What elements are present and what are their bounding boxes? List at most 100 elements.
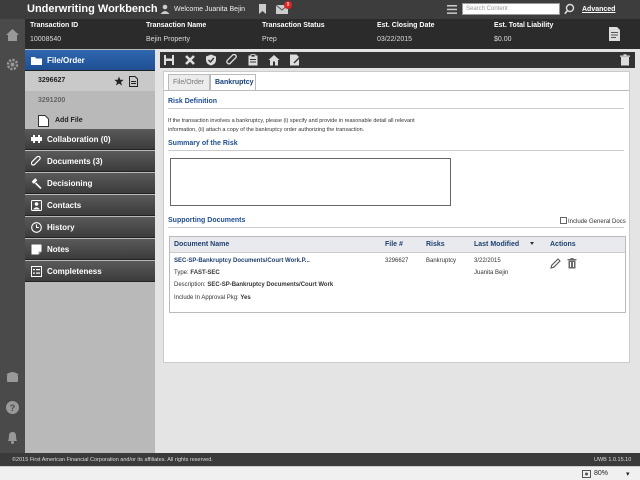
document-edit-icon[interactable] bbox=[608, 26, 622, 42]
nav-completeness[interactable]: Completeness bbox=[25, 261, 155, 282]
nav-decisioning[interactable]: Decisioning bbox=[25, 173, 155, 194]
tab-bankruptcy[interactable]: Bankruptcy bbox=[210, 74, 256, 90]
welcome-text: Welcome Juanita Bejin bbox=[174, 6, 246, 13]
document-risks: Bankruptcy bbox=[426, 258, 457, 264]
footer: ©2015 First American Financial Corporati… bbox=[0, 453, 640, 466]
chevron-down-icon[interactable]: ▾ bbox=[626, 470, 630, 478]
add-file-label: Add File bbox=[55, 117, 83, 124]
col-actions: Actions bbox=[550, 241, 576, 248]
tx-name-value: Bejin Property bbox=[146, 36, 190, 43]
advanced-search-link[interactable]: Advanced bbox=[582, 6, 615, 13]
trash-icon[interactable] bbox=[567, 258, 577, 269]
risk-definition-title: Risk Definition bbox=[168, 98, 218, 105]
document-approval: Include In Approval Pkg: Yes bbox=[174, 295, 251, 301]
divider bbox=[168, 108, 624, 109]
menu-icon[interactable] bbox=[447, 5, 457, 14]
col-risks[interactable]: Risks bbox=[426, 241, 445, 248]
summary-textarea[interactable] bbox=[170, 158, 451, 206]
include-general-docs-label: Include General Docs bbox=[568, 219, 626, 225]
approve-shield-icon[interactable] bbox=[205, 54, 217, 66]
document-description: Description: SEC-SP-Bankruptcy Documents… bbox=[174, 282, 333, 288]
tx-name-col: Transaction Name Bejin Property bbox=[146, 22, 206, 43]
pencil-icon[interactable] bbox=[550, 258, 561, 269]
file-number: 3296627 bbox=[38, 77, 66, 84]
search-icon[interactable] bbox=[564, 3, 575, 15]
add-file-icon bbox=[38, 115, 49, 127]
tab-divider bbox=[164, 90, 629, 91]
tab-file-order[interactable]: File/Order bbox=[168, 74, 210, 90]
mail-count-badge: 9 bbox=[284, 1, 292, 9]
star-icon[interactable] bbox=[114, 76, 124, 86]
save-icon[interactable] bbox=[163, 54, 175, 66]
copyright-text: ©2015 First American Financial Corporati… bbox=[12, 457, 213, 463]
nav-history[interactable]: History bbox=[25, 217, 155, 238]
file-document-icon[interactable] bbox=[129, 76, 138, 87]
close-icon[interactable] bbox=[184, 54, 196, 66]
nav-file-order[interactable]: File/Order bbox=[25, 50, 155, 71]
nav-notes-label: Notes bbox=[47, 245, 70, 254]
folder-icon bbox=[31, 57, 42, 65]
include-general-docs-checkbox[interactable] bbox=[560, 217, 567, 224]
tx-closing-col: Est. Closing Date 03/22/2015 bbox=[377, 22, 435, 43]
help-icon[interactable]: ? bbox=[5, 400, 20, 415]
file-row[interactable]: 3291200 bbox=[25, 91, 155, 111]
document-date: 3/22/2015 bbox=[474, 258, 501, 264]
col-file-number[interactable]: File # bbox=[385, 241, 403, 248]
document-approval-label: Include In Approval Pkg: bbox=[174, 295, 239, 301]
tx-name-label: Transaction Name bbox=[146, 22, 207, 29]
trash-icon[interactable] bbox=[619, 54, 631, 66]
nav-collaboration[interactable]: Collaboration (0) bbox=[25, 129, 155, 150]
col-last-modified[interactable]: Last Modified bbox=[474, 241, 519, 248]
document-type: Type: FAST-SEC bbox=[174, 270, 220, 276]
document-description-value: SEC-SP-Bankruptcy Documents/Court Work bbox=[207, 282, 334, 288]
checklist-icon bbox=[31, 266, 42, 277]
document-name-link[interactable]: SEC-SP-Bankruptcy Documents/Court Work.P… bbox=[174, 258, 310, 264]
tx-id-col: Transaction ID 10008540 bbox=[30, 22, 78, 43]
tx-status-col: Transaction Status Prep bbox=[262, 22, 325, 43]
bookmark-icon[interactable] bbox=[258, 4, 267, 14]
attach-icon[interactable] bbox=[226, 54, 238, 66]
top-bar: Underwriting Workbench Welcome Juanita B… bbox=[0, 0, 640, 19]
nav-history-label: History bbox=[47, 223, 75, 232]
risk-definition-line: information, (ii) attach a copy of the b… bbox=[168, 127, 365, 133]
add-file-button[interactable]: Add File bbox=[25, 111, 155, 131]
document-type-label: Type: bbox=[174, 270, 189, 276]
divider bbox=[168, 150, 624, 151]
tx-closing-value: 03/22/2015 bbox=[377, 36, 413, 43]
transaction-header: Transaction ID 10008540 Transaction Name… bbox=[25, 19, 640, 49]
zoom-icon bbox=[582, 470, 591, 478]
nav-documents-label: Documents (3) bbox=[47, 157, 103, 166]
col-document-name[interactable]: Document Name bbox=[174, 241, 229, 248]
file-row-active[interactable]: 3296627 bbox=[25, 71, 155, 91]
app-title: Underwriting Workbench bbox=[27, 3, 158, 15]
tx-status-label: Transaction Status bbox=[262, 22, 325, 29]
main-panel: File/Order Bankruptcy Risk Definition If… bbox=[155, 49, 640, 453]
nav-documents[interactable]: Documents (3) bbox=[25, 151, 155, 172]
nav-contacts[interactable]: Contacts bbox=[25, 195, 155, 216]
edit-document-icon[interactable] bbox=[289, 54, 301, 66]
nav-notes[interactable]: Notes bbox=[25, 239, 155, 260]
notes-icon bbox=[31, 244, 42, 255]
bell-icon[interactable] bbox=[5, 430, 20, 445]
risk-definition-text: If the transaction involves a bankruptcy… bbox=[168, 117, 468, 135]
property-icon[interactable] bbox=[268, 54, 280, 66]
user-icon[interactable] bbox=[160, 4, 170, 14]
gear-icon[interactable] bbox=[5, 57, 20, 72]
document-approval-value: Yes bbox=[240, 295, 251, 301]
clock-icon bbox=[31, 222, 42, 233]
clipboard-icon[interactable] bbox=[247, 54, 259, 66]
sort-desc-icon[interactable] bbox=[530, 242, 534, 245]
zoom-level[interactable]: 80% bbox=[594, 470, 608, 477]
left-nav: File/Order 3296627 3291200 Add File Coll… bbox=[25, 49, 155, 453]
document-type-value: FAST-SEC bbox=[190, 270, 220, 276]
documents-table: Document Name File # Risks Last Modified… bbox=[169, 236, 626, 313]
collaboration-icon bbox=[31, 135, 42, 143]
svg-text:?: ? bbox=[10, 403, 16, 413]
include-general-docs[interactable]: Include General Docs bbox=[560, 217, 626, 225]
nav-collaboration-label: Collaboration (0) bbox=[47, 135, 111, 144]
home-icon[interactable] bbox=[5, 27, 20, 42]
risk-definition-line: If the transaction involves a bankruptcy… bbox=[168, 118, 415, 124]
search-input[interactable]: Search Content bbox=[462, 3, 560, 15]
tx-id-value: 10008540 bbox=[30, 36, 62, 43]
phone-icon[interactable] bbox=[5, 369, 20, 384]
